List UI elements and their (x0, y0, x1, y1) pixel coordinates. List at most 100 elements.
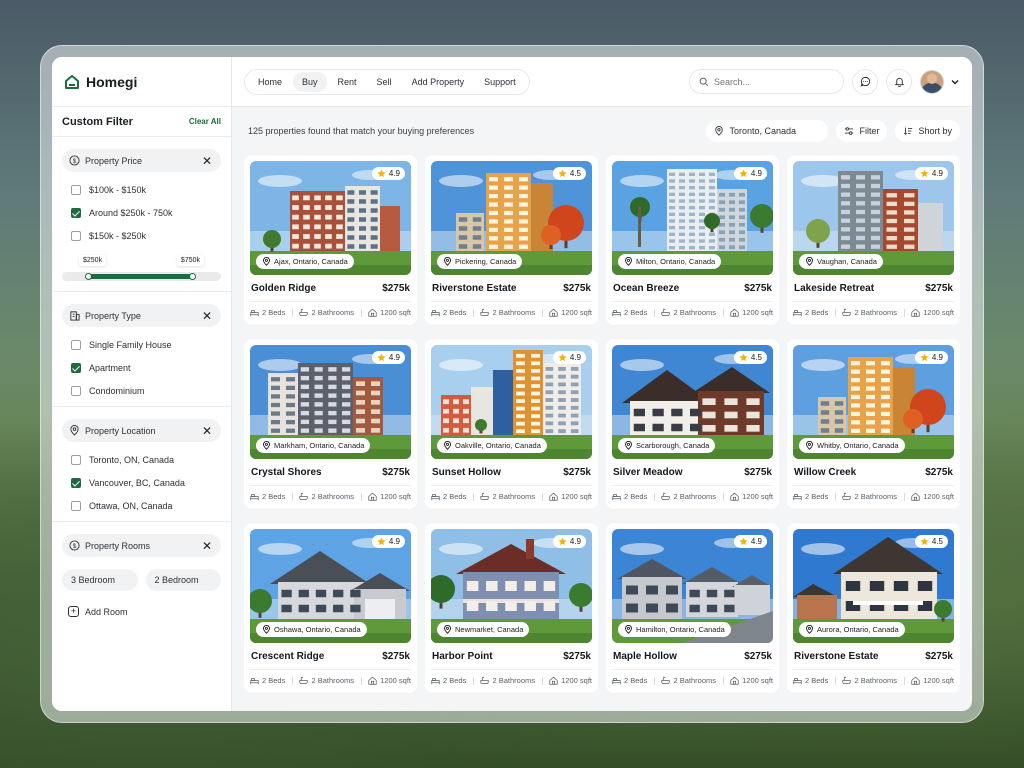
property-card[interactable]: 4.5 Scarborough, Canada Silver Meadow $275k… (606, 339, 779, 509)
sort-button[interactable]: Short by (895, 120, 960, 142)
beds-spec-text: 2 Beds (262, 676, 286, 685)
rating-badge: 4.9 (733, 167, 767, 180)
filter-option[interactable]: Around $250k - 750k (62, 208, 221, 218)
notification-button[interactable] (886, 68, 912, 95)
filter-button-label: Filter (859, 126, 880, 136)
filter-option[interactable]: Apartment (62, 363, 221, 373)
beds-spec: 2 Beds (250, 676, 285, 685)
nav-home[interactable]: Home (249, 72, 291, 92)
property-card[interactable]: 4.9 Hamilton, Ontario, Canada Maple Hollow… (606, 523, 779, 693)
location-selector[interactable]: Toronto, Canada (706, 120, 829, 142)
plus-icon: + (68, 606, 79, 617)
property-card[interactable]: 4.9 Ajax, Ontario, Canada Golden Ridge $275… (244, 155, 417, 325)
location-tag: Markham, Ontario, Canada (256, 438, 371, 453)
rating-badge: 4.9 (371, 167, 405, 180)
property-card[interactable]: 4.9 Oakville, Ontario, Canada Sunset Hollo… (425, 339, 598, 509)
room-pill[interactable]: 2 Bedroom (145, 569, 221, 591)
checkbox[interactable] (71, 340, 81, 350)
filter-option-label: Apartment (89, 363, 131, 373)
rating-badge: 4.9 (371, 535, 405, 548)
spec-separator (472, 676, 474, 685)
property-card[interactable]: 4.9 Whitby, Ontario, Canada Willow Creek $2… (787, 339, 960, 509)
chat-button[interactable] (852, 68, 878, 95)
nav-sell[interactable]: Sell (368, 72, 401, 92)
checkbox[interactable] (71, 208, 81, 218)
room-pill[interactable]: 3 Bedroom (62, 569, 138, 591)
sliders-icon (845, 127, 854, 135)
filter-button[interactable]: Filter (836, 120, 888, 142)
filter-option[interactable]: Vancouver, BC, Canada (62, 478, 221, 488)
property-price: $275k (744, 651, 772, 662)
property-card[interactable]: 4.5 Aurora, Ontario, Canada Riverstone Est… (787, 523, 960, 693)
checkbox[interactable] (71, 478, 81, 488)
checkbox[interactable] (71, 455, 81, 465)
rooms-filter-header[interactable]: $ Property Rooms ✕ (62, 534, 221, 557)
spec-separator (360, 308, 362, 317)
spec-separator (360, 492, 362, 501)
filter-option[interactable]: $150k - $250k (62, 231, 221, 241)
property-specs: 2 Beds 2 Bathrooms 1200 sqft (250, 676, 411, 685)
bell-icon (894, 77, 904, 87)
property-card[interactable]: 4.9 Oshawa, Ontario, Canada Crescent Ridge… (244, 523, 417, 693)
baths-spec: 2 Bathrooms (299, 492, 354, 501)
add-room-button[interactable]: + Add Room (62, 606, 221, 617)
property-card[interactable]: 4.9 Milton, Ontario, Canada Ocean Breeze $2… (606, 155, 779, 325)
area-spec: 1200 sqft (730, 308, 773, 317)
rooms-filter: $ Property Rooms ✕ 3 Bedroom 2 Bedroom +… (52, 522, 231, 627)
property-price: $275k (925, 651, 953, 662)
filter-option-label: Single Family House (89, 340, 172, 350)
nav-buy[interactable]: Buy (293, 71, 327, 92)
logo[interactable]: Homegi (52, 57, 231, 107)
property-card[interactable]: 4.9 Vaughan, Canada Lakeside Retreat $275k 2… (787, 155, 960, 325)
checkbox[interactable] (71, 386, 81, 396)
search-input[interactable] (714, 76, 824, 87)
property-specs: 2 Beds 2 Bathrooms 1200 sqft (250, 492, 411, 501)
price-range-slider[interactable] (62, 272, 221, 281)
filter-option[interactable]: Condominium (62, 386, 221, 396)
star-icon (377, 537, 386, 546)
nav-rent[interactable]: Rent (329, 72, 366, 92)
property-specs: 2 Beds 2 Bathrooms 1200 sqft (793, 308, 954, 317)
avatar[interactable] (920, 69, 944, 94)
star-icon (739, 353, 748, 362)
spec-separator (541, 308, 543, 317)
range-max-handle[interactable] (189, 273, 196, 280)
filter-option[interactable]: Ottawa, ON, Canada (62, 501, 221, 511)
beds-spec: 2 Beds (612, 492, 647, 501)
checkbox[interactable] (71, 501, 81, 511)
chevron-down-icon[interactable] (950, 77, 960, 87)
type-filter-header[interactable]: Property Type ✕ (62, 304, 221, 327)
property-card[interactable]: 4.9 Markham, Ontario, Canada Crystal Shore… (244, 339, 417, 509)
close-icon[interactable]: ✕ (202, 310, 212, 322)
property-card[interactable]: 4.9 Newmarket, Canada Harbor Point $275k 2 B… (425, 523, 598, 693)
search-box[interactable] (689, 69, 844, 94)
bathtub-icon (661, 676, 671, 684)
card-title-row: Crescent Ridge $275k (250, 651, 411, 662)
spec-separator (903, 308, 905, 317)
rating-badge: 4.9 (733, 535, 767, 548)
filter-option[interactable]: $100k - $150k (62, 185, 221, 195)
area-spec: 1200 sqft (368, 676, 411, 685)
filter-option-label: $100k - $150k (89, 185, 147, 195)
price-filter-header[interactable]: $ Property Price ✕ (62, 149, 221, 172)
checkbox[interactable] (71, 185, 81, 195)
property-card[interactable]: 4.5 Pickering, Canada Riverstone Estate $27… (425, 155, 598, 325)
filter-option[interactable]: Single Family House (62, 340, 221, 350)
baths-spec-text: 2 Bathrooms (673, 492, 717, 501)
nav-add-property[interactable]: Add Property (403, 72, 474, 92)
range-min-handle[interactable] (85, 273, 92, 280)
clear-all-button[interactable]: Clear All (189, 117, 221, 126)
close-icon[interactable]: ✕ (202, 540, 212, 552)
filter-option[interactable]: Toronto, ON, Canada (62, 455, 221, 465)
checkbox[interactable] (71, 231, 81, 241)
nav-support[interactable]: Support (475, 72, 525, 92)
bed-icon (612, 310, 621, 317)
property-specs: 2 Beds 2 Bathrooms 1200 sqft (612, 676, 773, 685)
area-spec-text: 1200 sqft (923, 676, 954, 685)
checkbox[interactable] (71, 363, 81, 373)
location-filter-header[interactable]: Property Location ✕ (62, 419, 221, 442)
spec-separator (834, 308, 836, 317)
close-icon[interactable]: ✕ (202, 155, 212, 167)
close-icon[interactable]: ✕ (202, 425, 212, 437)
spec-separator (722, 308, 724, 317)
